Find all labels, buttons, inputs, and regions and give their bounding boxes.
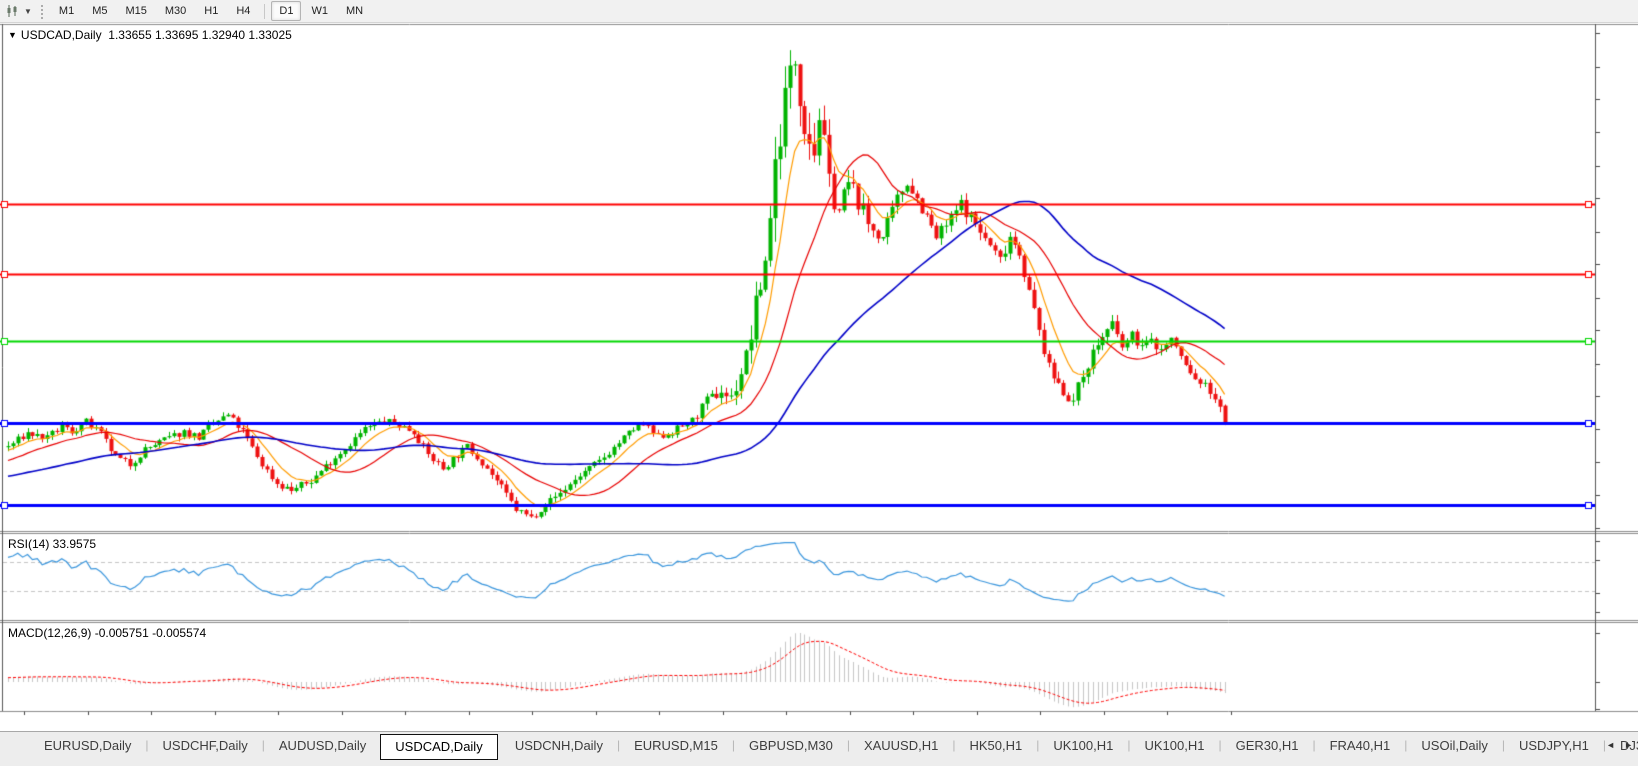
tab-eurusd-daily[interactable]: EURUSD,Daily (30, 734, 145, 758)
tab-xauusd-h1[interactable]: XAUUSD,H1 (850, 734, 952, 758)
tab-uk100-h1[interactable]: UK100,H1 (1039, 734, 1127, 758)
tab-eurusd-m15[interactable]: EURUSD,M15 (620, 734, 732, 758)
tab-fra40-h1[interactable]: FRA40,H1 (1316, 734, 1405, 758)
tab-scroll-arrows: ◄ ► (1606, 740, 1633, 750)
time-axis[interactable]: 2 Aug 201921 Aug 20199 Sep 201927 Sep 20… (0, 711, 1595, 731)
collapse-triangle-icon[interactable]: ▼ (8, 30, 17, 40)
chart-symbol-label: USDCAD,Daily (20, 28, 102, 42)
rsi-indicator-label: RSI(14) 33.9575 (8, 537, 97, 551)
tab-scroll-right-icon[interactable]: ► (1624, 740, 1633, 750)
mt4-window: ▼ M1M5M15M30H1H4D1W1MN ▼USDCAD,Daily 1.3… (0, 0, 1638, 766)
tab-uk100-h1[interactable]: UK100,H1 (1130, 734, 1218, 758)
chart-ohlc-values: 1.33655 1.33695 1.32940 1.33025 (108, 28, 292, 42)
tab-gbpusd-m30[interactable]: GBPUSD,M30 (735, 734, 847, 758)
tab-usdcad-daily[interactable]: USDCAD,Daily (380, 734, 498, 760)
chart-canvas[interactable] (0, 0, 1638, 766)
tab-scroll-left-icon[interactable]: ◄ (1606, 740, 1615, 750)
tab-hk50-h1[interactable]: HK50,H1 (955, 734, 1036, 758)
macd-indicator-label: MACD(12,26,9) -0.005751 -0.005574 (8, 626, 207, 640)
price-axis[interactable]: 1.473051.460801.448901.436651.424401.412… (1596, 24, 1638, 711)
tab-audusd-daily[interactable]: AUDUSD,Daily (265, 734, 380, 758)
tab-usoil-daily[interactable]: USOil,Daily (1407, 734, 1501, 758)
tab-ger30-h1[interactable]: GER30,H1 (1222, 734, 1313, 758)
chart-title: ▼ USDCAD,Daily 1.33655 1.33695 1.32940 1.… (8, 28, 292, 42)
tab-usdjpy-h1[interactable]: USDJPY,H1 (1505, 734, 1603, 758)
tab-usdchf-daily[interactable]: USDCHF,Daily (149, 734, 262, 758)
chart-tab-bar: EURUSD,Daily | USDCHF,Daily | AUDUSD,Daily US… (0, 731, 1638, 766)
tab-usdcnh-daily[interactable]: USDCNH,Daily (501, 734, 617, 758)
